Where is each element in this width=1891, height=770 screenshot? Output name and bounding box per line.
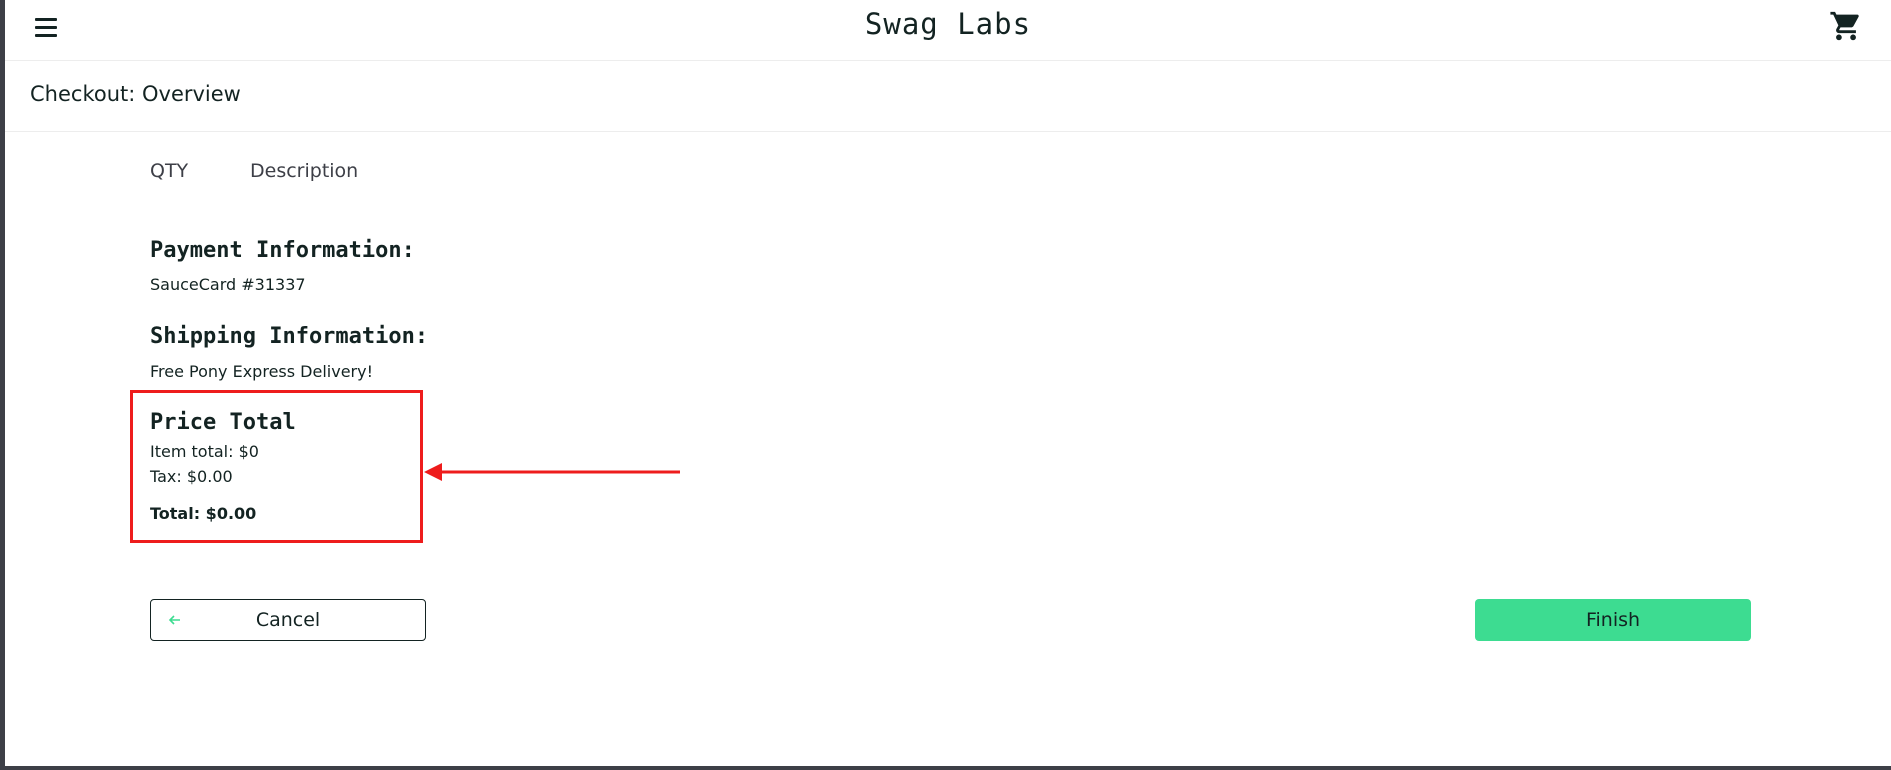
description-column-header: Description xyxy=(250,160,359,182)
cancel-button-label: Cancel xyxy=(255,609,321,631)
annotation-arrow-icon xyxy=(424,463,680,481)
cancel-button[interactable]: Cancel xyxy=(150,599,426,641)
page-title: Checkout: Overview xyxy=(30,82,241,106)
shipping-info-value: Free Pony Express Delivery! xyxy=(150,362,373,381)
secondary-header: Checkout: Overview xyxy=(5,61,1891,132)
shopping-cart-icon xyxy=(1830,11,1859,41)
shopping-cart-button[interactable] xyxy=(1829,9,1863,43)
app-title: Swag Labs xyxy=(864,7,1032,41)
arrow-left-icon xyxy=(168,615,180,625)
payment-info-label: Payment Information: xyxy=(150,238,415,263)
primary-header: Swag Labs xyxy=(5,0,1891,61)
window-frame-bottom xyxy=(0,766,1891,770)
finish-button[interactable]: Finish xyxy=(1475,599,1751,641)
finish-button-label: Finish xyxy=(1585,609,1641,631)
annotation-highlight-box xyxy=(130,390,423,543)
payment-info-value: SauceCard #31337 xyxy=(150,275,306,294)
shipping-info-label: Shipping Information: xyxy=(150,324,429,349)
qty-column-header: QTY xyxy=(150,160,189,182)
